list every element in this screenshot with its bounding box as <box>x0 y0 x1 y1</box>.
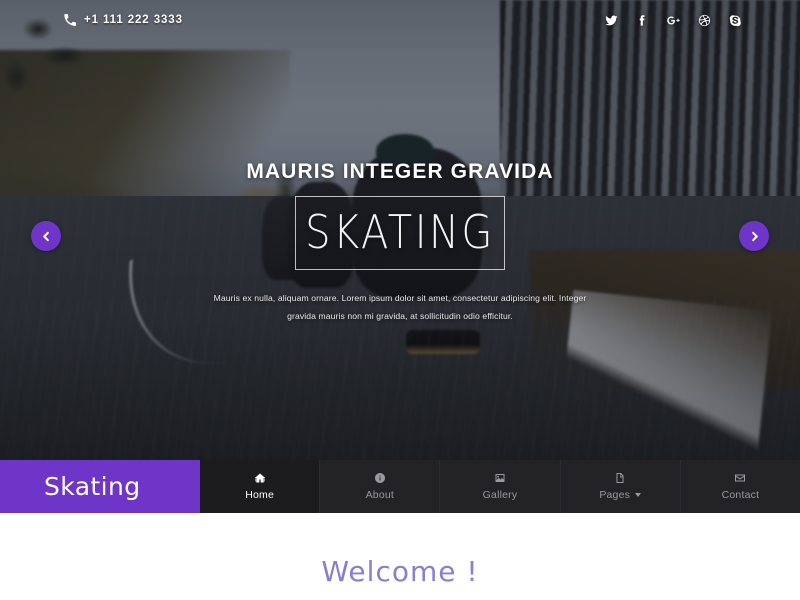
nav-item-home[interactable]: Home <box>200 460 321 513</box>
dribbble-icon <box>698 14 711 27</box>
welcome-heading: Welcome ! <box>321 555 479 588</box>
nav-item-label: Gallery <box>482 489 518 501</box>
nav-item-pages[interactable]: Pages <box>561 460 681 513</box>
nav-item-label: Home <box>245 489 274 501</box>
photo-dark-overlay <box>0 0 800 460</box>
image-icon <box>494 472 506 484</box>
nav-item-label: About <box>365 489 395 501</box>
carousel-prev-button[interactable] <box>31 221 61 251</box>
nav-item-label: Pages <box>599 489 631 501</box>
carousel-next-button[interactable] <box>739 221 769 251</box>
facebook-icon <box>636 14 649 27</box>
nav-item-about[interactable]: About <box>320 460 441 513</box>
social-link-facebook[interactable] <box>635 13 649 27</box>
social-link-twitter[interactable] <box>604 13 618 27</box>
hero-background-photo <box>0 0 800 460</box>
welcome-section: Welcome ! <box>0 513 800 600</box>
envelope-icon <box>734 472 746 484</box>
hero-banner: +1 111 222 3333 MAURIS INTEGER GRAVIDA S… <box>0 0 800 460</box>
nav-label-wrap-contact: Contact <box>722 489 760 501</box>
social-links <box>604 13 742 27</box>
social-link-skype[interactable] <box>728 13 742 27</box>
nav-label-wrap-gallery: Gallery <box>483 489 518 501</box>
chevron-right-icon <box>749 231 760 242</box>
site-logo[interactable]: Skating <box>0 460 200 513</box>
home-icon <box>254 472 266 484</box>
nav-label-wrap-home: Home <box>245 489 274 501</box>
file-icon <box>614 472 626 484</box>
phone-icon <box>64 14 76 26</box>
phone-number: +1 111 222 3333 <box>84 14 183 26</box>
info-icon <box>374 472 386 484</box>
nav-label-wrap-about: About <box>366 489 394 501</box>
main-navbar: Skating Home About Gallery Pages Contact <box>0 460 800 513</box>
top-bar: +1 111 222 3333 <box>0 0 800 40</box>
site-logo-text: Skating <box>44 472 141 501</box>
nav-label-wrap-pages: Pages <box>599 489 642 501</box>
nav-item-gallery[interactable]: Gallery <box>440 460 561 513</box>
twitter-icon <box>604 14 618 27</box>
phone-contact[interactable]: +1 111 222 3333 <box>64 14 183 26</box>
nav-item-label: Contact <box>721 489 760 501</box>
chevron-down-icon <box>635 493 642 497</box>
chevron-left-icon <box>41 231 52 242</box>
skype-icon <box>729 14 742 27</box>
main-menu: Home About Gallery Pages Contact <box>200 460 800 513</box>
social-link-dribbble[interactable] <box>697 13 711 27</box>
social-link-google-plus[interactable] <box>666 13 680 27</box>
nav-item-contact[interactable]: Contact <box>681 460 800 513</box>
google-plus-icon <box>666 14 680 27</box>
